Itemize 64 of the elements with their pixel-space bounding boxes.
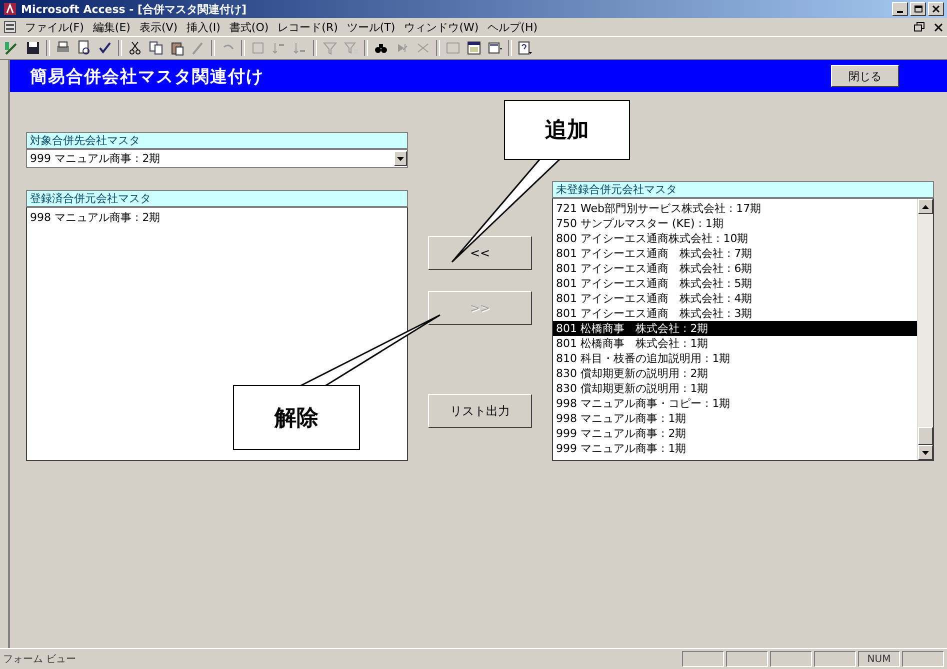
scroll-down-icon[interactable] (922, 450, 929, 454)
print-preview-icon[interactable] (76, 40, 92, 56)
list-item[interactable]: 999 マニュアル商事 : 2期 (553, 426, 917, 441)
list-item[interactable]: 998 マニュアル商事・コピー : 1期 (553, 396, 917, 411)
database-window-icon[interactable] (466, 40, 482, 56)
menu-item[interactable]: ツール(T) (346, 20, 396, 34)
status-panel (726, 651, 768, 667)
list-item[interactable]: 801 松橋商事 株式会社 : 1期 (553, 336, 917, 351)
window-title: Microsoft Access - [合併マスタ関連付け] (21, 2, 248, 16)
help-icon[interactable] (517, 40, 533, 56)
save-icon[interactable] (25, 40, 41, 56)
scrollbar[interactable] (917, 199, 933, 460)
list-item[interactable]: 800 アイシーエス通商株式会社 : 10期 (553, 231, 917, 246)
status-panel (682, 651, 724, 667)
menu-item[interactable]: ファイル(F) (25, 20, 84, 34)
list-label: 登録済合併元会社マスタ (26, 190, 408, 207)
status-text: フォーム ビュー (3, 653, 78, 666)
status-indicator: NUM (858, 651, 900, 667)
app-icon[interactable] (3, 2, 17, 16)
list-item[interactable]: 721 Web部門別サービス株式会社 : 17期 (553, 201, 917, 216)
callout: 追加 (504, 100, 630, 160)
list-item[interactable]: 801 アイシーエス通商 株式会社 : 5期 (553, 276, 917, 291)
list-item[interactable]: 801 アイシーエス通商 株式会社 : 4期 (553, 291, 917, 306)
menu-item[interactable]: レコード(R) (278, 20, 338, 34)
list-item[interactable]: 801 アイシーエス通商 株式会社 : 7期 (553, 246, 917, 261)
close-icon[interactable] (932, 5, 940, 13)
list-item[interactable]: 830 償却期更新の説明用 : 1期 (553, 381, 917, 396)
dropdown-arrow-icon[interactable] (397, 156, 404, 160)
action-button[interactable]: リスト出力 (428, 394, 532, 428)
list-item[interactable]: 801 アイシーエス通商 株式会社 : 3期 (553, 306, 917, 321)
action-button[interactable]: << (428, 236, 532, 270)
new-object-icon[interactable] (487, 40, 503, 56)
list-item[interactable]: 998 マニュアル商事 : 2期 (27, 210, 407, 225)
menu-item[interactable]: ウィンドウ(W) (404, 20, 479, 34)
scroll-up-icon[interactable] (922, 204, 929, 208)
menu-item[interactable]: 書式(O) (229, 20, 269, 34)
list-item[interactable]: 801 松橋商事 株式会社 : 2期 (553, 321, 917, 336)
list-item[interactable]: 830 償却期更新の説明用 : 2期 (553, 366, 917, 381)
callout: 解除 (233, 385, 360, 450)
restore-icon[interactable] (914, 22, 925, 32)
spelling-check-icon[interactable] (97, 40, 113, 56)
list-item[interactable]: 801 アイシーエス通商 株式会社 : 6期 (553, 261, 917, 276)
list-item[interactable]: 999 マニュアル商事 : 1期 (553, 441, 917, 456)
form-title: 簡易合併会社マスタ関連付け (30, 66, 264, 88)
combo-label: 対象合併先会社マスタ (26, 132, 408, 149)
paste-icon[interactable] (169, 40, 185, 56)
status-panel (814, 651, 856, 667)
menu-item[interactable]: 挿入(I) (186, 20, 220, 34)
status-panel (902, 651, 944, 667)
list-label: 未登録合併元会社マスタ (552, 181, 934, 198)
scissors-icon[interactable] (127, 40, 143, 56)
close-icon[interactable] (934, 22, 943, 32)
menu-item[interactable]: 編集(E) (92, 20, 130, 34)
status-panel (770, 651, 812, 667)
menu-item[interactable]: ヘルプ(H) (488, 20, 538, 34)
list-item[interactable]: 998 マニュアル商事 : 1期 (553, 411, 917, 426)
combo-field[interactable]: 999 マニュアル商事 : 2期 (26, 149, 408, 168)
scroll-thumb[interactable] (918, 427, 933, 445)
close-button[interactable]: 閉じる (831, 65, 899, 87)
list-item[interactable]: 810 科目・枝番の追加説明用 : 1期 (553, 351, 917, 366)
copy-icon[interactable] (148, 40, 164, 56)
maximize-icon[interactable] (914, 5, 922, 13)
menu-item[interactable]: 表示(V) (139, 20, 178, 34)
list-item[interactable]: 750 サンプルマスター (KE) : 1期 (553, 216, 917, 231)
